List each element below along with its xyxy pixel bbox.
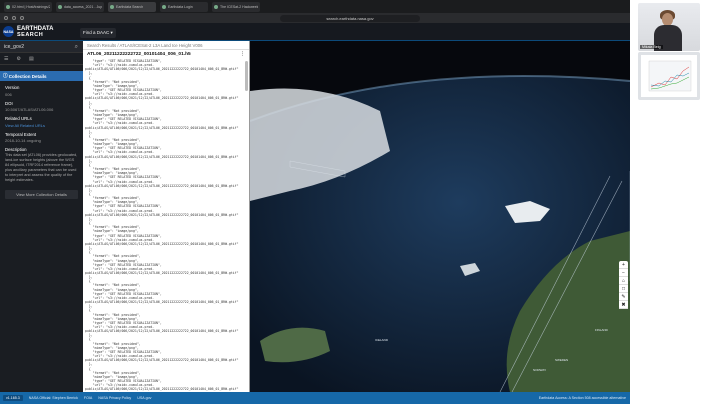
thumbnail-plot xyxy=(648,60,692,92)
version-label: Version xyxy=(5,85,20,90)
description-text: This data set (ATL06) provides geolocate… xyxy=(5,153,78,182)
search-icon[interactable]: ⌕ xyxy=(75,44,78,51)
favicon-icon xyxy=(6,4,10,9)
browser-tab-label: 02.html | Host/trainings/2022 at blaze-a… xyxy=(12,4,50,9)
browser-tab-label: Earthdata Search xyxy=(116,4,144,9)
zoom-out-icon[interactable]: − xyxy=(619,269,628,277)
participant-video: Mikala Beig xyxy=(638,3,700,51)
settings-icon[interactable]: ⚙ xyxy=(16,56,20,62)
collection-details-header[interactable]: ⓘ Collection Details xyxy=(0,71,83,81)
json-line: public/ATLAS/ATL06/006/2021/12/22/ATL06_… xyxy=(85,96,239,101)
panel-toolbar: ☰ ⚙ ▤ xyxy=(0,53,83,65)
browser-tab-label: Earthdata Login xyxy=(168,4,193,9)
zoom-in-icon[interactable]: + xyxy=(619,261,628,269)
json-code-view[interactable]: "type": "GET RELATED VISUALIZATION", "ur… xyxy=(83,59,249,392)
browser-tab[interactable]: data_access_2021 - Jupyterlab xyxy=(56,1,104,12)
json-line: public/ATLAS/ATL06/006/2021/12/22/ATL06_… xyxy=(85,212,239,217)
address-bar: search.earthdata.nasa.gov xyxy=(0,13,630,23)
more-options-icon[interactable]: ⋮ xyxy=(240,51,245,57)
browser-tab[interactable]: 02.html | Host/trainings/2022 at blaze-a… xyxy=(4,1,52,12)
granule-json-panel: Search Results / ATLAS/ICESat-2 L3A Land… xyxy=(83,41,250,392)
json-line: public/ATLAS/ATL06/006/2021/12/22/ATL06_… xyxy=(85,183,239,188)
json-line: public/ATLAS/ATL06/006/2021/12/22/ATL06_… xyxy=(85,241,239,246)
favicon-icon xyxy=(214,4,218,9)
brand-line2: SEARCH xyxy=(17,32,44,38)
participant-name: Mikala Beig xyxy=(640,45,663,49)
browser-tab[interactable]: The ICESat-2 Hackweek 2022 xyxy=(212,1,260,12)
globe-map[interactable]: ICELAND SWEDEN FINLAND NORWAY xyxy=(250,41,630,392)
tab-bar: 02.html | Host/trainings/2022 at blaze-a… xyxy=(0,0,630,13)
collection-panel: ice_gov2 ⌕ ☰ ⚙ ▤ ⓘ Collection Details Ve… xyxy=(0,41,83,392)
forward-icon[interactable] xyxy=(12,16,16,20)
favicon-icon xyxy=(58,4,62,9)
map-label-iceland: ICELAND xyxy=(375,338,389,342)
related-urls-label: Related URLs xyxy=(5,116,32,121)
json-line: public/ATLAS/ATL06/006/2021/12/22/ATL06_… xyxy=(85,329,239,334)
footer-bar: v1.165.3 NASA Official: Stephen Berrick … xyxy=(0,392,630,404)
map-label-norway: NORWAY xyxy=(533,368,546,372)
footer-privacy-link[interactable]: NASA Privacy Policy xyxy=(98,396,131,400)
related-urls-link[interactable]: View All Related URLs xyxy=(0,123,83,128)
footer-official: NASA Official: Stephen Berrick xyxy=(28,396,78,400)
map-controls: + − ⌂ □ ✎ ✖ xyxy=(619,261,628,309)
shared-screen-thumbnail[interactable] xyxy=(638,52,700,100)
doi-label: DOI xyxy=(5,100,13,106)
earthdata-search-brand[interactable]: EARTHDATA SEARCH xyxy=(17,26,53,38)
footer-usa-gov-link[interactable]: USA.gov xyxy=(137,396,151,400)
map-label-finland: FINLAND xyxy=(595,328,609,332)
footer-foia-link[interactable]: FOIA xyxy=(84,396,92,400)
back-icon[interactable] xyxy=(4,16,8,20)
find-daac-button[interactable]: Find a DAAC ▾ xyxy=(80,28,116,38)
json-line: public/ATLAS/ATL06/006/2021/12/22/ATL06_… xyxy=(85,270,239,275)
json-line: public/ATLAS/ATL06/006/2021/12/22/ATL06_… xyxy=(85,125,239,130)
browser-tab-label: data_access_2021 - Jupyterlab xyxy=(64,4,102,9)
temporal-extent-value: 2018-10-14 ongoing xyxy=(5,138,41,143)
thumbnail-screen xyxy=(641,55,697,97)
json-line: public/ATLAS/ATL06/006/2021/12/22/ATL06_… xyxy=(85,358,239,363)
breadcrumb[interactable]: Search Results / ATLAS/ICESat-2 L3A Land… xyxy=(83,41,249,50)
edit-icon[interactable]: ✎ xyxy=(619,293,628,301)
home-icon[interactable]: ⌂ xyxy=(619,277,628,285)
favicon-icon xyxy=(162,4,166,9)
collection-details-title: Collection Details xyxy=(8,73,47,79)
json-line: public/ATLAS/ATL06/006/2021/12/22/ATL06_… xyxy=(85,387,239,392)
search-value: ice_gov2 xyxy=(4,43,25,50)
granule-filename: ATL06_20211222222722_00101404_006_01.h5 xyxy=(87,52,191,57)
reload-icon[interactable] xyxy=(20,16,24,20)
layers-icon[interactable]: ▤ xyxy=(29,56,34,62)
square-draw-icon[interactable]: □ xyxy=(619,285,628,293)
footer-accessible-link[interactable]: Earthdata Access: A Section 508 accessib… xyxy=(539,396,626,400)
json-line: public/ATLAS/ATL06/006/2021/12/22/ATL06_… xyxy=(85,67,239,72)
browser-tab[interactable]: Earthdata Login xyxy=(160,1,208,12)
nasa-logo[interactable]: NASA xyxy=(3,26,14,37)
browser-window: 02.html | Host/trainings/2022 at blaze-a… xyxy=(0,0,630,404)
filter-icon[interactable]: ☰ xyxy=(4,56,8,62)
search-input[interactable]: ice_gov2 ⌕ xyxy=(0,41,83,53)
temporal-extent-label: Temporal Extent xyxy=(5,131,37,137)
doi-value: 10.5067/ATLAS/ATL06.006 xyxy=(5,107,54,112)
browser-tab-label: The ICESat-2 Hackweek 2022 xyxy=(220,4,258,9)
json-line: public/ATLAS/ATL06/006/2021/12/22/ATL06_… xyxy=(85,154,239,159)
map-label-sweden: SWEDEN xyxy=(555,358,568,362)
version-badge: v1.165.3 xyxy=(3,395,23,401)
map-view[interactable]: ICELAND SWEDEN FINLAND NORWAY + − ⌂ □ ✎ ✖ xyxy=(250,41,630,392)
favicon-icon xyxy=(110,4,114,9)
view-more-collection-details-button[interactable]: View More Collection Details xyxy=(5,190,78,199)
url-field[interactable]: search.earthdata.nasa.gov xyxy=(280,14,420,22)
scrollbar[interactable] xyxy=(245,61,248,91)
delete-icon[interactable]: ✖ xyxy=(619,301,628,309)
granule-title: ATL06_20211222222722_00101404_006_01.h5 … xyxy=(83,50,249,59)
app-header: NASA EARTHDATA SEARCH Find a DAAC ▾ xyxy=(0,23,630,41)
browser-tab[interactable]: Earthdata Search xyxy=(108,1,156,12)
version-value: 006 xyxy=(5,91,12,97)
json-line: public/ATLAS/ATL06/006/2021/12/22/ATL06_… xyxy=(85,300,239,305)
